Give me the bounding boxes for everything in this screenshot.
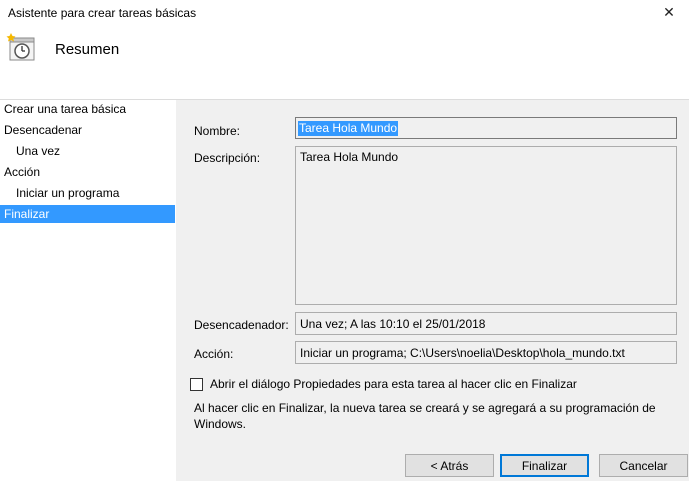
step-start-program[interactable]: Iniciar un programa bbox=[16, 184, 119, 202]
description-label: Descripción: bbox=[194, 151, 261, 165]
window-title: Asistente para crear tareas básicas bbox=[8, 6, 197, 20]
title-bar: Asistente para crear tareas básicas ✕ bbox=[0, 0, 689, 24]
step-once[interactable]: Una vez bbox=[16, 142, 60, 160]
step-create-basic-task[interactable]: Crear una tarea básica bbox=[4, 100, 126, 118]
wizard-header: Resumen bbox=[0, 24, 689, 100]
step-action[interactable]: Acción bbox=[4, 163, 40, 181]
name-field[interactable]: Tarea Hola Mundo bbox=[295, 117, 677, 139]
finish-note: Al hacer clic en Finalizar, la nueva tar… bbox=[194, 401, 656, 431]
finish-button[interactable]: Finalizar bbox=[500, 454, 589, 477]
step-trigger[interactable]: Desencadenar bbox=[4, 121, 82, 139]
trigger-field: Una vez; A las 10:10 el 25/01/2018 bbox=[295, 312, 677, 335]
trigger-label: Desencadenador: bbox=[194, 318, 289, 332]
action-label: Acción: bbox=[194, 347, 234, 361]
open-properties-checkbox[interactable] bbox=[190, 378, 203, 391]
step-finish[interactable]: Finalizar bbox=[0, 205, 175, 223]
open-properties-label[interactable]: Abrir el diálogo Propiedades para esta t… bbox=[210, 377, 577, 391]
blank-patch bbox=[96, 150, 128, 180]
name-label: Nombre: bbox=[194, 124, 241, 138]
description-field[interactable]: Tarea Hola Mundo bbox=[295, 146, 677, 305]
clock-task-icon bbox=[6, 33, 35, 61]
cancel-button[interactable]: Cancelar bbox=[599, 454, 688, 477]
name-value: Tarea Hola Mundo bbox=[298, 121, 399, 136]
page-title: Resumen bbox=[55, 41, 120, 58]
close-icon[interactable]: ✕ bbox=[649, 0, 689, 24]
wizard-steps-sidebar: Crear una tarea básica Desencadenar Una … bbox=[0, 100, 176, 481]
back-button[interactable]: < Atrás bbox=[405, 454, 494, 477]
action-field: Iniciar un programa; C:\Users\noelia\Des… bbox=[295, 341, 677, 364]
